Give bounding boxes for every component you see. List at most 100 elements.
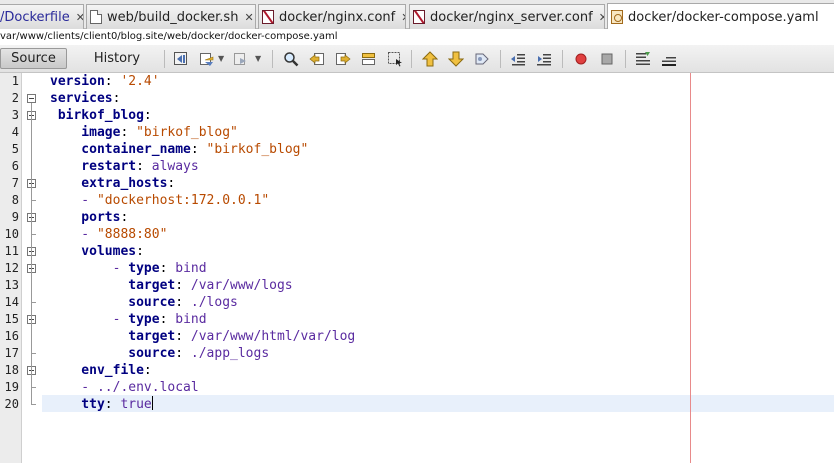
right-margin-guide [690, 73, 691, 463]
code-token: - [50, 261, 129, 276]
code-line: - ../.env.local [50, 379, 198, 396]
code-line: restart: always [50, 158, 198, 175]
fold-end-marker [31, 387, 36, 388]
history-view-button[interactable]: History [80, 48, 154, 69]
code-token: : [167, 176, 176, 191]
toggle-bookmark-icon[interactable] [474, 51, 490, 67]
code-token: : [159, 312, 176, 327]
back-icon[interactable] [199, 51, 215, 67]
code-token: : [175, 295, 191, 310]
code-token: : [175, 346, 191, 361]
close-icon[interactable]: ✕ [244, 11, 253, 24]
tab-nginx-server-conf[interactable]: docker/nginx_server.conf ✕ [409, 4, 605, 29]
line-number: 11 [4, 244, 19, 258]
find-next-icon[interactable] [335, 51, 351, 67]
line-number: 15 [4, 312, 19, 326]
tab-label: web/build_docker.sh [107, 9, 239, 25]
code-line: - type: bind [50, 311, 207, 328]
code-token: source [50, 346, 176, 361]
source-view-button[interactable]: Source [0, 48, 67, 69]
code-token: - [50, 380, 97, 395]
code-line: source: ./app_logs [50, 345, 269, 362]
code-line: container_name: "birkof_blog" [50, 141, 308, 158]
code-token: container_name [50, 142, 191, 157]
toolbar-separator [411, 50, 412, 68]
tab-build-docker-sh[interactable]: web/build_docker.sh ✕ [86, 4, 256, 29]
code-token: env_file [50, 363, 144, 378]
last-edit-icon[interactable] [173, 51, 189, 67]
code-token: : [104, 397, 121, 412]
line-number: 17 [4, 346, 19, 360]
chevron-down-icon[interactable]: ▼ [218, 54, 224, 63]
fold-end-marker [31, 353, 36, 354]
code-line: extra_hosts: [50, 175, 175, 192]
find-previous-icon[interactable] [309, 51, 325, 67]
chevron-down-icon[interactable]: ▼ [255, 54, 261, 63]
line-number: 3 [11, 108, 19, 122]
code-line: services: [50, 90, 120, 107]
code-token: source [50, 295, 176, 310]
code-token: bind [175, 312, 207, 327]
search-icon[interactable] [283, 51, 299, 67]
code-token: : [159, 261, 176, 276]
previous-bookmark-icon[interactable] [422, 51, 438, 67]
code-token: : [136, 159, 152, 174]
code-token: - [50, 227, 97, 242]
find-selection-icon[interactable] [361, 51, 377, 67]
code-token: /var/www/html/var/log [190, 329, 356, 344]
current-line-highlight [42, 395, 834, 412]
line-number: 6 [11, 159, 19, 173]
code-token: version [50, 74, 105, 89]
code-line: - "dockerhost:172.0.0.1" [50, 192, 269, 209]
start-macro-icon[interactable] [635, 51, 651, 67]
line-number: 9 [11, 210, 19, 224]
record-macro-icon[interactable] [573, 51, 589, 67]
code-token: ports [50, 210, 121, 225]
code-token: volumes [50, 244, 137, 259]
fold-end-marker [31, 234, 36, 235]
code-token: bind [175, 261, 207, 276]
stop-macro-icon[interactable] [599, 51, 615, 67]
code-token: birkof_blog [50, 108, 144, 123]
yaml-file-icon [611, 10, 623, 24]
code-token: : [112, 91, 121, 106]
line-number-gutter: 1 2 3 4 5 6 7 8 9 10 11 12 13 14 15 16 17 18 19 20 [0, 73, 22, 463]
code-token: : [120, 125, 137, 140]
line-number: 8 [11, 193, 19, 207]
code-token: : [136, 244, 144, 259]
code-line: - type: bind [50, 260, 207, 277]
next-bookmark-icon[interactable] [448, 51, 464, 67]
tab-nginx-conf[interactable]: docker/nginx.conf ✕ [258, 4, 406, 29]
forward-icon[interactable] [233, 51, 249, 67]
toolbar-separator [272, 50, 273, 68]
code-line: birkof_blog: [50, 107, 152, 124]
code-token: /var/www/logs [190, 278, 293, 293]
code-token: : [143, 108, 152, 123]
tab-label: docker/docker-compose.yaml [628, 9, 819, 25]
line-number: 12 [4, 261, 19, 275]
tab-dockerfile[interactable]: /Dockerfile ✕ [0, 4, 84, 29]
fold-end-marker [31, 302, 36, 303]
close-icon[interactable]: ✕ [599, 11, 604, 24]
toggle-highlight-icon[interactable] [387, 51, 403, 67]
code-token: type [128, 261, 160, 276]
code-token: : [143, 363, 152, 378]
code-editor[interactable]: 1 2 3 4 5 6 7 8 9 10 11 12 13 14 15 16 17 18 19 20 version:… [0, 73, 834, 463]
tab-label: /Dockerfile [0, 9, 70, 25]
tab-docker-compose-yaml[interactable]: docker/docker-compose.yaml [607, 3, 834, 30]
code-line: env_file: [50, 362, 152, 379]
shift-left-icon[interactable] [510, 51, 526, 67]
code-line: target: /var/www/logs [50, 277, 293, 294]
close-icon[interactable]: ✕ [401, 11, 405, 24]
code-token: target [50, 278, 176, 293]
code-line: image: "birkof_blog" [50, 124, 238, 141]
code-token: extra_hosts [50, 176, 168, 191]
toolbar-separator [562, 50, 563, 68]
document-icon [90, 10, 102, 24]
line-number: 19 [4, 380, 19, 394]
shift-right-icon[interactable] [536, 51, 552, 67]
tab-label: docker/nginx.conf [279, 9, 396, 25]
close-icon[interactable]: ✕ [76, 11, 83, 24]
end-macro-icon[interactable] [661, 51, 677, 67]
fold-toggle-icon[interactable] [27, 94, 36, 103]
